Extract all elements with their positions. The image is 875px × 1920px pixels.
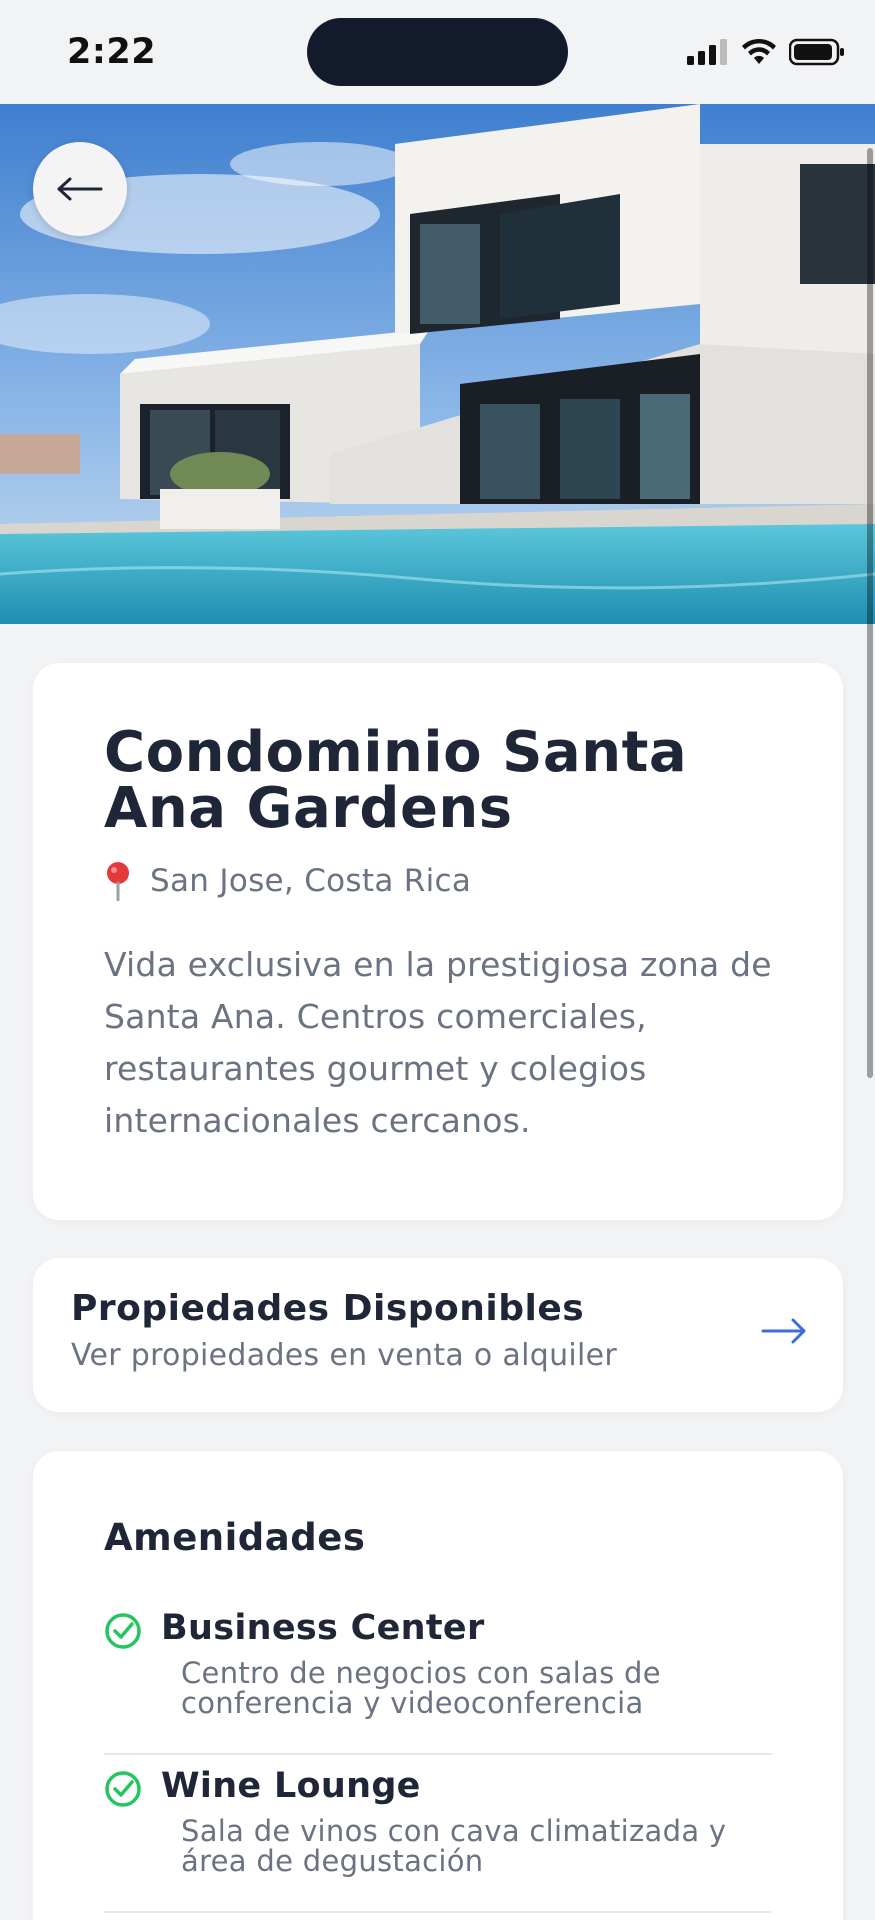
available-properties-button[interactable]: Propiedades Disponibles Ver propiedades … (33, 1258, 843, 1412)
property-info-card: Condominio Santa Ana Gardens San Jose, C… (33, 663, 843, 1220)
location-text: San Jose, Costa Rica (150, 863, 472, 899)
amenity-item: Business Center Centro de negocios con s… (104, 1608, 772, 1718)
dynamic-island (307, 18, 568, 86)
amenities-card: Amenidades Business Center Centro de neg… (33, 1451, 843, 1920)
property-description: Vida exclusiva en la prestigiosa zona de… (104, 945, 772, 1140)
scrollbar[interactable] (867, 148, 873, 1078)
screen: 2:22 Condominio Santa Ana Gardens San Jo… (0, 0, 875, 1920)
amenity-description: Sala de vinos con cava climatizada y áre… (181, 1814, 727, 1878)
property-title: Condominio Santa Ana Gardens (104, 720, 688, 841)
cellular-signal-icon (687, 39, 727, 65)
status-bar: 2:22 (0, 0, 875, 104)
amenities-title: Amenidades (104, 1516, 366, 1559)
divider (104, 1753, 772, 1755)
available-properties-subtitle: Ver propiedades en venta o alquiler (71, 1338, 618, 1373)
status-icons (687, 38, 845, 66)
divider (104, 1911, 772, 1913)
map-pin-icon (107, 862, 129, 901)
amenity-description: Centro de negocios con salas de conferen… (181, 1656, 661, 1720)
amenity-name: Business Center (161, 1608, 485, 1648)
arrow-left-icon (57, 177, 103, 201)
available-properties-title: Propiedades Disponibles (71, 1288, 585, 1329)
wifi-icon (742, 38, 776, 64)
amenity-item: Wine Lounge Sala de vinos con cava clima… (104, 1766, 772, 1876)
arrow-right-icon (761, 1318, 806, 1344)
amenity-name: Wine Lounge (161, 1766, 421, 1806)
check-circle-icon (105, 1613, 141, 1649)
check-circle-icon (105, 1771, 141, 1807)
back-button[interactable] (33, 142, 127, 236)
villa-photo (0, 104, 875, 624)
status-time: 2:22 (67, 32, 157, 72)
hero-image (0, 104, 875, 624)
property-location: San Jose, Costa Rica (104, 861, 471, 901)
battery-icon (789, 38, 844, 66)
